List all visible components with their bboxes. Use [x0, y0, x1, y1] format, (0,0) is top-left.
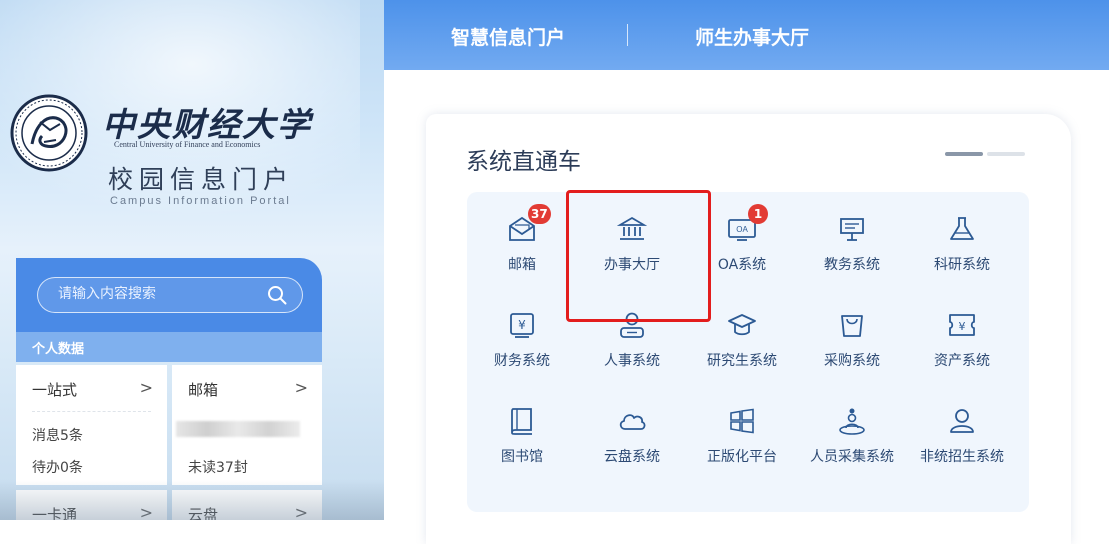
unread-count: 未读37封: [188, 460, 248, 476]
systems-panel: 系统直通车 37 邮箱 办事大厅 OA 1 OA系统 教务系统 科研系统 ¥ 财…: [426, 114, 1071, 544]
tab-smart-portal[interactable]: 智慧信息门户: [451, 23, 565, 50]
bag-icon: [841, 315, 863, 337]
finance-icon: ¥: [510, 313, 534, 338]
collect-person-icon: [839, 408, 865, 435]
search-panel: [16, 258, 322, 332]
board-icon: [840, 218, 864, 241]
search-icon[interactable]: [266, 284, 288, 306]
app-label: 资产系统: [934, 353, 990, 369]
chevron-right-icon[interactable]: >: [140, 378, 153, 397]
tab-service-hall[interactable]: 师生办事大厅: [695, 23, 809, 50]
university-seal-icon: [10, 94, 88, 172]
divider: [32, 411, 151, 412]
app-assets[interactable]: ¥ 资产系统: [907, 300, 1017, 380]
card-title: 一卡通: [32, 506, 78, 520]
app-grid: 37 邮箱 办事大厅 OA 1 OA系统 教务系统 科研系统 ¥ 财务系统 人事…: [467, 192, 1029, 512]
flask-icon: [950, 217, 974, 240]
svg-text:¥: ¥: [518, 318, 526, 332]
tab-divider: [627, 24, 628, 46]
portal-subtitle: Campus Information Portal: [110, 195, 291, 207]
card-one-stop[interactable]: 一站式 > 消息5条 待办0条: [16, 365, 167, 485]
pager-dot-active[interactable]: [945, 152, 983, 156]
carousel-pager: [945, 152, 1027, 156]
highlight-box: [566, 190, 711, 322]
app-label: 科研系统: [934, 257, 990, 273]
message-count: 消息5条: [32, 428, 83, 444]
top-nav: 智慧信息门户 师生办事大厅: [384, 0, 1109, 70]
user-icon: [950, 409, 974, 433]
book-icon: [511, 408, 532, 435]
card-cloud-disk[interactable]: 云盘 >: [172, 490, 322, 520]
graduation-cap-icon: [728, 314, 756, 336]
todo-count: 待办0条: [32, 460, 83, 476]
university-name-en: Central University of Finance and Econom…: [114, 140, 261, 149]
chevron-right-icon[interactable]: >: [295, 378, 308, 397]
app-non-unified-admission[interactable]: 非统招生系统: [907, 396, 1017, 476]
app-research[interactable]: 科研系统: [907, 204, 1017, 284]
card-title: 云盘: [188, 506, 219, 520]
university-logo: 中央财经大学 Central University of Finance and…: [10, 88, 330, 218]
section-title: 系统直通车: [466, 149, 581, 175]
university-name-cn: 中央财经大学: [102, 105, 312, 144]
unread-badge: 1: [748, 204, 768, 224]
chevron-right-icon[interactable]: >: [295, 503, 308, 520]
asset-icon: ¥: [949, 314, 975, 336]
redacted-text: [176, 421, 300, 437]
card-mailbox[interactable]: 邮箱 > 未读37封: [172, 365, 322, 485]
pager-dot[interactable]: [987, 152, 1025, 156]
app-label: 非统招生系统: [920, 449, 1004, 465]
left-panel: 中央财经大学 Central University of Finance and…: [0, 0, 384, 520]
windows-icon: [730, 408, 754, 434]
card-title: 一站式: [32, 381, 78, 399]
svg-text:¥: ¥: [959, 320, 966, 333]
search-field[interactable]: [37, 277, 303, 313]
personal-data-label: 个人数据: [32, 342, 85, 357]
personal-data-header: 个人数据: [16, 332, 322, 362]
chevron-right-icon[interactable]: >: [140, 503, 153, 520]
card-title: 邮箱: [188, 381, 219, 399]
unread-badge: 37: [528, 204, 551, 224]
svg-text:OA: OA: [736, 225, 748, 234]
portal-title: 校园信息门户: [108, 165, 295, 194]
search-input[interactable]: [56, 285, 260, 303]
card-campus-card[interactable]: 一卡通 >: [16, 490, 167, 520]
cloud-icon: [619, 414, 646, 430]
